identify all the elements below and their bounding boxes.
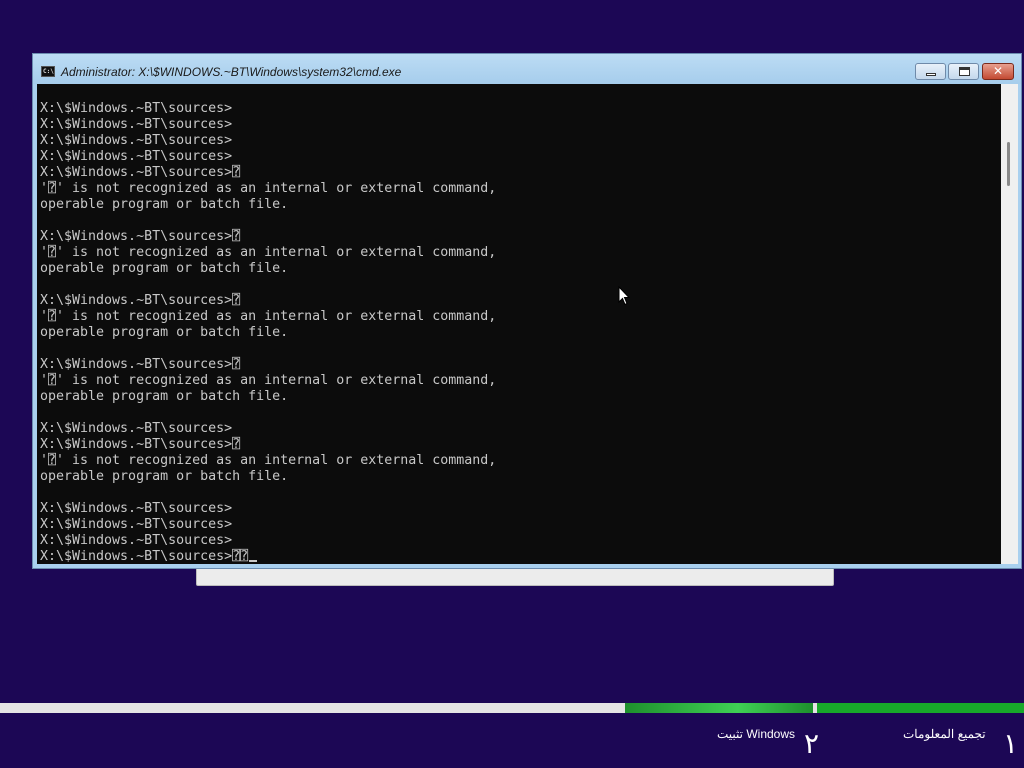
vertical-scrollbar[interactable] [1001,84,1018,564]
step-number-collect: ١ [1003,727,1019,760]
console-line: '⍰' is not recognized as an internal or … [40,373,496,389]
console-line: X:\$Windows.~BT\sources>⍰ [40,229,496,245]
console-line: X:\$Windows.~BT\sources> [40,149,496,165]
window-title: Administrator: X:\$WINDOWS.~BT\Windows\s… [61,65,402,79]
console-line-text: X:\$Windows.~BT\sources>⍰ [40,357,241,372]
console-line: X:\$Windows.~BT\sources>⍰⍰ [40,549,496,564]
console-line-text: operable program or batch file. [40,197,289,212]
close-button[interactable]: ✕ [982,63,1014,80]
console-line: operable program or batch file. [40,197,496,213]
console-line: X:\$Windows.~BT\sources>⍰ [40,165,496,181]
step-number-install: ٢ [804,727,820,760]
console-line-text: X:\$Windows.~BT\sources>⍰⍰ [40,549,249,564]
console-line-text: X:\$Windows.~BT\sources> [40,101,233,116]
console-line-text: '⍰' is not recognized as an internal or … [40,309,497,324]
console-lines: X:\$Windows.~BT\sources> X:\$Windows.~BT\… [40,101,496,564]
console-line: operable program or batch file. [40,261,496,277]
minimize-button[interactable] [915,63,946,80]
console-line-text: '⍰' is not recognized as an internal or … [40,181,497,196]
maximize-button[interactable] [948,63,979,80]
console-line-text: operable program or batch file. [40,325,289,340]
console-line-text: X:\$Windows.~BT\sources>⍰ [40,437,241,452]
console-line: '⍰' is not recognized as an internal or … [40,245,496,261]
console-line: operable program or batch file. [40,389,496,405]
console-line-text: '⍰' is not recognized as an internal or … [40,245,497,260]
console-line: X:\$Windows.~BT\sources> [40,533,496,549]
console-line: operable program or batch file. [40,325,496,341]
console-line-text: operable program or batch file. [40,389,289,404]
console-line-text: operable program or batch file. [40,261,289,276]
console-line: operable program or batch file. [40,469,496,485]
console-line: X:\$Windows.~BT\sources> [40,517,496,533]
console-line-text: X:\$Windows.~BT\sources> [40,117,233,132]
console-line-text: X:\$Windows.~BT\sources> [40,421,233,436]
cmd-window[interactable]: C:\ Administrator: X:\$WINDOWS.~BT\Windo… [32,53,1022,569]
console-line-text: X:\$Windows.~BT\sources>⍰ [40,293,241,308]
console-line-text: X:\$Windows.~BT\sources> [40,149,233,164]
console-line-text: X:\$Windows.~BT\sources> [40,533,233,548]
console-line-text: X:\$Windows.~BT\sources> [40,133,233,148]
console-line: X:\$Windows.~BT\sources>⍰ [40,293,496,309]
console-line-text: X:\$Windows.~BT\sources>⍰ [40,165,241,180]
console-line: '⍰' is not recognized as an internal or … [40,453,496,469]
step-label-install: تثبيت Windows [717,727,796,741]
console-output[interactable]: X:\$Windows.~BT\sources> X:\$Windows.~BT\… [37,84,1001,564]
console-line-text: '⍰' is not recognized as an internal or … [40,373,497,388]
console-line-text: X:\$Windows.~BT\sources> [40,501,233,516]
setup-progress-bar [0,703,1024,713]
console-line: X:\$Windows.~BT\sources>⍰ [40,437,496,453]
close-icon: ✕ [992,64,1004,78]
console-line: X:\$Windows.~BT\sources>⍰ [40,357,496,373]
console-line-text: operable program or batch file. [40,469,289,484]
progress-segment-collect [817,703,1024,713]
console-line: X:\$Windows.~BT\sources> [40,117,496,133]
cmd-icon: C:\ [41,66,55,77]
console-line: X:\$Windows.~BT\sources> [40,421,496,437]
mouse-pointer-icon [618,286,630,306]
console-line: X:\$Windows.~BT\sources> [40,101,496,117]
progress-segment-install [625,703,813,713]
maximize-icon [959,67,970,76]
minimize-icon [926,73,936,76]
console-line: '⍰' is not recognized as an internal or … [40,181,496,197]
console-line: X:\$Windows.~BT\sources> [40,501,496,517]
console-line-text: '⍰' is not recognized as an internal or … [40,453,497,468]
text-cursor [249,560,258,562]
step-label-collect: تجميع المعلومات [903,727,986,741]
console-line-text: X:\$Windows.~BT\sources> [40,517,233,532]
console-line-text: X:\$Windows.~BT\sources>⍰ [40,229,241,244]
console-line: X:\$Windows.~BT\sources> [40,133,496,149]
scrollbar-thumb[interactable] [1007,142,1010,186]
console-line: '⍰' is not recognized as an internal or … [40,309,496,325]
title-bar[interactable]: C:\ Administrator: X:\$WINDOWS.~BT\Windo… [33,54,1021,84]
